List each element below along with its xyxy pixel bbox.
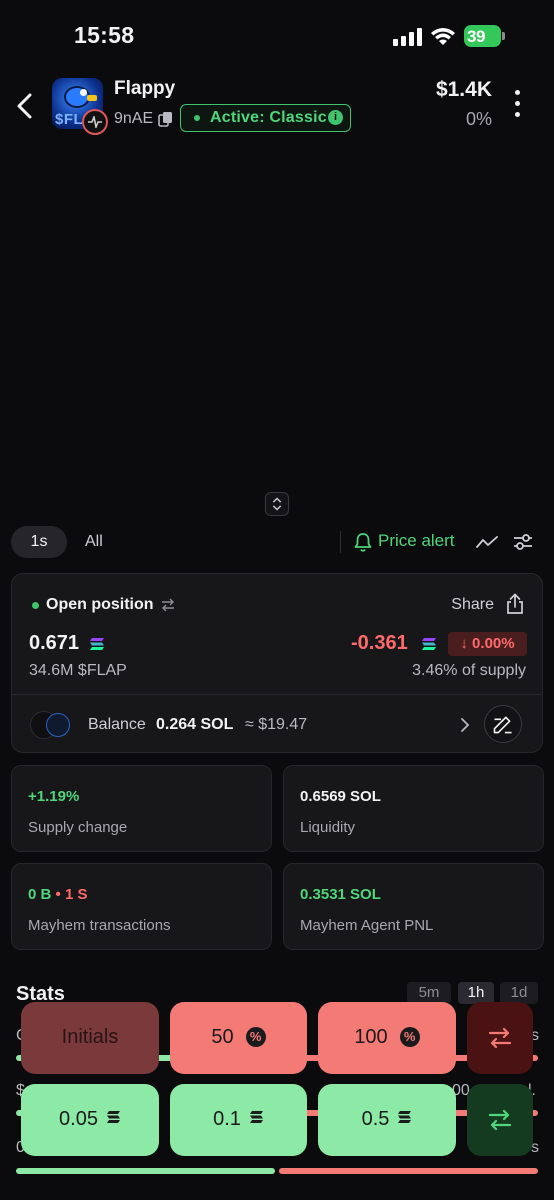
agent-pnl-value: 0.3531 SOL [300,886,381,903]
supply-change-label: Supply change [28,819,128,836]
divider [340,531,341,553]
agent-pnl-label: Mayhem Agent PNL [300,917,434,934]
status-bar: 15:58 39 [0,0,554,60]
sell-count: 1 S [64,886,88,903]
price-alert-button[interactable]: Price alert [378,531,455,551]
active-mode-text: Active: Classic [210,109,327,126]
token-name: Flappy [114,78,176,99]
bell-icon[interactable] [354,532,372,552]
buy-option-label: 0.05 [59,1108,98,1130]
buy-0.1-button[interactable]: 0.1 [170,1084,307,1156]
solana-icon [422,638,436,650]
liquidity-label: Liquidity [300,819,356,836]
sell-option-label: 100 [354,1026,388,1048]
active-mode-badge[interactable]: Active: Classic i [180,104,351,132]
liquidity-value: 0.6569 SOL [300,788,381,805]
swap-icon[interactable] [161,598,175,612]
position-status-dot [32,602,39,609]
percent-icon: % [245,1027,266,1047]
buy-option-label: 0.5 [361,1108,390,1130]
battery-level: 39 [467,27,485,46]
solana-icon [249,1111,263,1123]
position-value: 0.671 [29,632,80,654]
sell-initials-button[interactable]: Initials [21,1002,159,1074]
stats-tab-1d[interactable]: 1d [500,982,538,1004]
wifi-icon [431,28,455,45]
timeframe-all[interactable]: All [85,526,103,558]
avatar-text: $FL [55,111,84,128]
mayhem-transactions-value: 0 B • 1 S [28,886,87,903]
supply-change-value: +1.19% [28,788,80,805]
solana-icon [90,638,104,650]
edit-icon[interactable] [484,705,522,743]
sell-swap-button[interactable] [467,1002,533,1074]
supply-percentage: 3.46% of supply [412,662,526,679]
stat-sell-bar [279,1168,538,1174]
position-token-amount: 34.6M $FLAP [29,662,127,679]
chart-resize-handle[interactable] [265,492,289,516]
open-position-card: Open position Share 0.671 34.6M $FLAP -0… [11,573,543,753]
mayhem-agent-pnl-card: 0.3531 SOL Mayhem Agent PNL [283,863,544,950]
price-chart[interactable] [0,142,554,512]
buy-count: 0 B [28,886,52,903]
mayhem-transactions-card: 0 B • 1 S Mayhem transactions [11,863,272,950]
solana-icon [106,1111,120,1123]
initials-label: Initials [61,1026,119,1048]
sliders-icon[interactable] [513,532,533,552]
sell-100-percent-button[interactable]: 100% [318,1002,456,1074]
status-time: 15:58 [74,22,135,48]
wallet-balance-icon [30,709,74,741]
pnl-value: -0.361 [351,632,408,654]
balance-usd: ≈ $19.47 [245,716,308,733]
status-dot [194,115,200,121]
sell-50-percent-button[interactable]: 50% [170,1002,307,1074]
stat-buy-bar [16,1168,275,1174]
more-icon[interactable] [513,90,521,120]
token-address[interactable]: 9nAE [114,110,153,128]
cellular-signal-icon [393,28,422,46]
stats-tab-5m[interactable]: 5m [407,982,451,1004]
chevron-right-icon[interactable] [460,717,470,733]
swap-icon [488,1027,512,1049]
divider [12,694,542,695]
battery-icon: 39 [464,25,506,47]
percent-icon: % [399,1027,420,1047]
separator: • [51,886,65,903]
activity-monitor-icon [82,109,108,135]
timeframe-row: 1s All Price alert [0,522,554,562]
buy-swap-button[interactable] [467,1084,533,1156]
balance-value: 0.264 SOL [156,716,234,733]
supply-change-card: +1.19% Supply change [11,765,272,852]
share-icon[interactable] [506,593,524,615]
sell-option-label: 50 [211,1026,234,1048]
pnl-pct-badge: ↓ 0.00% [448,632,527,656]
share-button[interactable]: Share [451,596,494,614]
buy-0.5-button[interactable]: 0.5 [318,1084,456,1156]
mayhem-transactions-label: Mayhem transactions [28,917,171,934]
swap-icon [488,1109,512,1131]
liquidity-card: 0.6569 SOL Liquidity [283,765,544,852]
price-change-pct: 0% [465,109,492,129]
buy-option-label: 0.1 [213,1108,241,1130]
copy-icon[interactable] [158,111,174,127]
solana-icon [398,1111,412,1123]
position-title: Open position [46,596,154,613]
info-icon[interactable]: i [328,110,343,125]
timeframe-1s[interactable]: 1s [11,526,67,558]
line-chart-icon[interactable] [476,533,498,551]
stats-tab-1h[interactable]: 1h [458,982,494,1004]
buy-0.05-button[interactable]: 0.05 [21,1084,159,1156]
token-header: $FL Flappy 9nAE Active: Classic i $1.4K … [0,70,554,140]
back-icon[interactable] [14,92,36,120]
balance-label: Balance [88,716,146,733]
market-cap: $1.4K [435,78,492,101]
